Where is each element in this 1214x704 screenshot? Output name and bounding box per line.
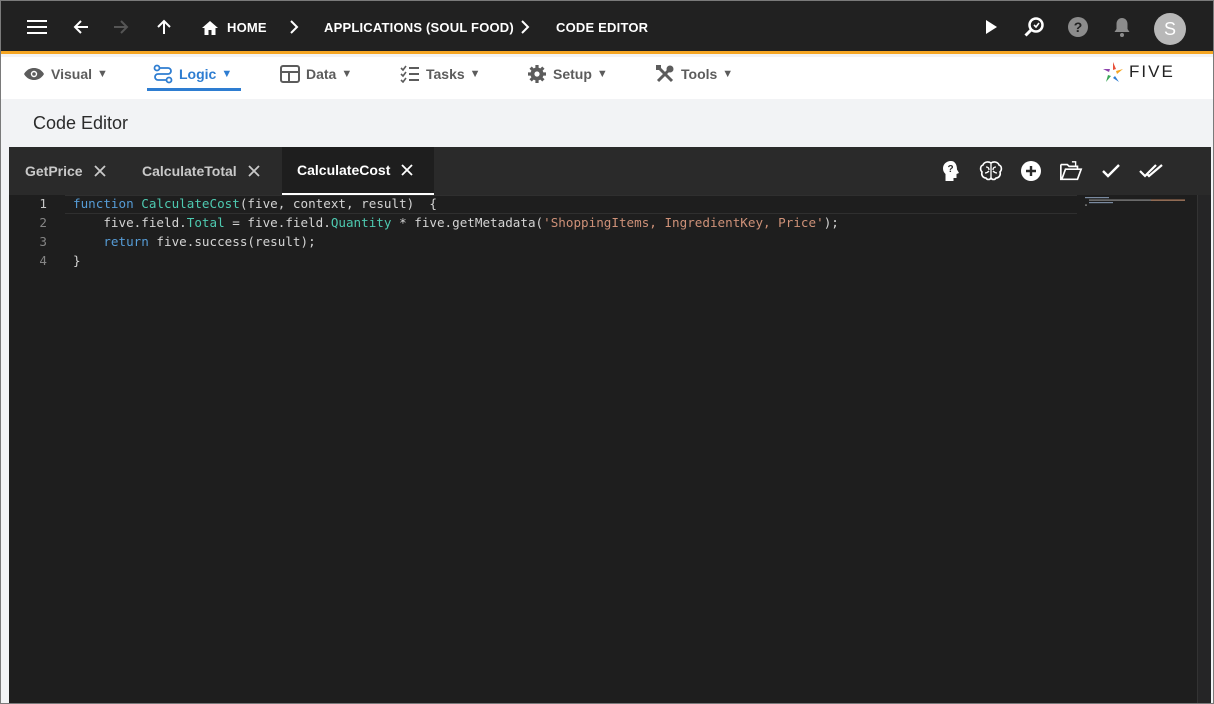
line-number: 4 (39, 253, 47, 268)
gear-icon (528, 65, 546, 83)
code-token: * five.getMetadata( (391, 215, 544, 230)
page-title: Code Editor (33, 113, 129, 133)
menu-logic[interactable]: Logic ▼ (153, 57, 232, 91)
code-token: five.field. (73, 215, 187, 230)
breadcrumb-code-editor-label: CODE EDITOR (556, 20, 649, 35)
tab-getprice-label: GetPrice (25, 163, 83, 179)
avatar[interactable]: S (1154, 13, 1186, 45)
menu-logic-label: Logic (179, 66, 217, 82)
caret-down-icon: ▼ (722, 68, 734, 80)
menu-tasks-label: Tasks (426, 66, 465, 82)
caret-down-icon: ▼ (221, 68, 233, 80)
vertical-scrollbar[interactable] (1197, 195, 1211, 703)
code-area[interactable]: 1 2 3 4 function CalculateCost(five, con… (9, 195, 1197, 703)
code-editor: GetPrice CalculateTotal CalculateCost ? (9, 147, 1211, 703)
code-token: five.success(result); (148, 234, 316, 249)
chevron-right-icon (290, 20, 299, 34)
home-icon (202, 20, 218, 35)
back-arrow-icon[interactable] (65, 11, 97, 43)
code-string: 'ShoppingItems, IngredientKey, Price' (543, 215, 824, 230)
menu-tools-label: Tools (681, 66, 718, 82)
top-app-bar: HOME APPLICATIONS (SOUL FOOD) CODE EDITO… (1, 1, 1213, 54)
code-token: Quantity (330, 215, 392, 230)
tasks-icon (400, 65, 419, 83)
svg-text:?: ? (947, 164, 953, 175)
five-logo-text: FIVE (1129, 62, 1175, 81)
code-token: CalculateCost (141, 196, 240, 211)
caret-down-icon: ▼ (341, 68, 353, 80)
code-token: ); (823, 215, 839, 230)
code-line: return five.success(result); (73, 234, 316, 249)
close-icon[interactable] (400, 163, 414, 177)
caret-down-icon: ▼ (596, 68, 608, 80)
code-minimap[interactable] (1085, 195, 1195, 215)
breadcrumb-code-editor: CODE EDITOR (556, 1, 648, 54)
menu-visual[interactable]: Visual ▼ (23, 57, 108, 91)
code-line: five.field.Total = five.field.Quantity *… (73, 215, 839, 230)
forward-arrow-icon[interactable] (105, 11, 137, 43)
caret-down-icon: ▼ (469, 68, 481, 80)
breadcrumb-home-label: HOME (227, 20, 267, 35)
menu-setup[interactable]: Setup ▼ (527, 57, 608, 91)
double-check-icon[interactable] (1139, 159, 1163, 183)
code-token: Total (186, 215, 225, 230)
breadcrumb-applications[interactable]: APPLICATIONS (SOUL FOOD) (324, 1, 514, 54)
active-menu-indicator (147, 88, 241, 91)
menu-tasks[interactable]: Tasks ▼ (400, 57, 481, 91)
chevron-right-icon (521, 20, 530, 34)
tab-calculatetotal[interactable]: CalculateTotal (126, 147, 277, 195)
menu-visual-label: Visual (51, 66, 92, 82)
code-token: (five, context, result) { (239, 196, 437, 211)
menu-setup-label: Setup (553, 66, 592, 82)
brain-icon[interactable] (979, 159, 1003, 183)
line-number: 3 (39, 234, 47, 249)
help-icon[interactable]: ? (1062, 11, 1094, 43)
code-token: function (73, 196, 134, 211)
play-icon[interactable] (975, 11, 1007, 43)
breadcrumb-home[interactable]: HOME (201, 1, 267, 54)
breadcrumb-applications-label: APPLICATIONS (SOUL FOOD) (324, 20, 514, 35)
page-header: Code Editor (9, 99, 1211, 147)
main-menu-bar: Visual ▼ Logic ▼ Data ▼ Tasks ▼ Setup ▼ … (1, 57, 1213, 99)
five-logo: FIVE (1101, 59, 1193, 85)
add-icon[interactable] (1019, 159, 1043, 183)
menu-icon[interactable] (21, 11, 53, 43)
code-line: function CalculateCost(five, context, re… (73, 196, 437, 211)
menu-data-label: Data (306, 66, 337, 82)
code-token: return (103, 234, 149, 249)
editor-tab-bar: GetPrice CalculateTotal CalculateCost ? (9, 147, 1211, 195)
eye-icon (24, 68, 44, 80)
menu-data[interactable]: Data ▼ (280, 57, 352, 91)
menu-tools[interactable]: Tools ▼ (655, 57, 733, 91)
close-icon[interactable] (247, 164, 261, 178)
tab-getprice[interactable]: GetPrice (9, 147, 123, 195)
ai-help-icon[interactable]: ? (939, 159, 963, 183)
close-icon[interactable] (93, 164, 107, 178)
table-icon (280, 65, 300, 83)
tools-icon (656, 65, 674, 83)
tab-calculatetotal-label: CalculateTotal (142, 163, 237, 179)
up-arrow-icon[interactable] (148, 11, 180, 43)
tab-calculatecost[interactable]: CalculateCost (282, 147, 434, 195)
bell-icon[interactable] (1106, 11, 1138, 43)
tab-calculatecost-label: CalculateCost (297, 162, 391, 178)
code-line: } (73, 253, 81, 268)
svg-text:?: ? (1074, 19, 1083, 35)
code-token: = five.field. (224, 215, 331, 230)
search-icon[interactable] (1018, 11, 1050, 43)
open-folder-icon[interactable] (1059, 159, 1083, 183)
line-number: 1 (39, 196, 47, 211)
check-icon[interactable] (1099, 159, 1123, 183)
five-logo-mark-icon (1103, 62, 1123, 82)
caret-down-icon: ▼ (97, 68, 108, 80)
line-number: 2 (39, 215, 47, 230)
code-token: } (73, 253, 81, 268)
logic-icon (153, 64, 173, 84)
app-window: HOME APPLICATIONS (SOUL FOOD) CODE EDITO… (0, 0, 1214, 704)
